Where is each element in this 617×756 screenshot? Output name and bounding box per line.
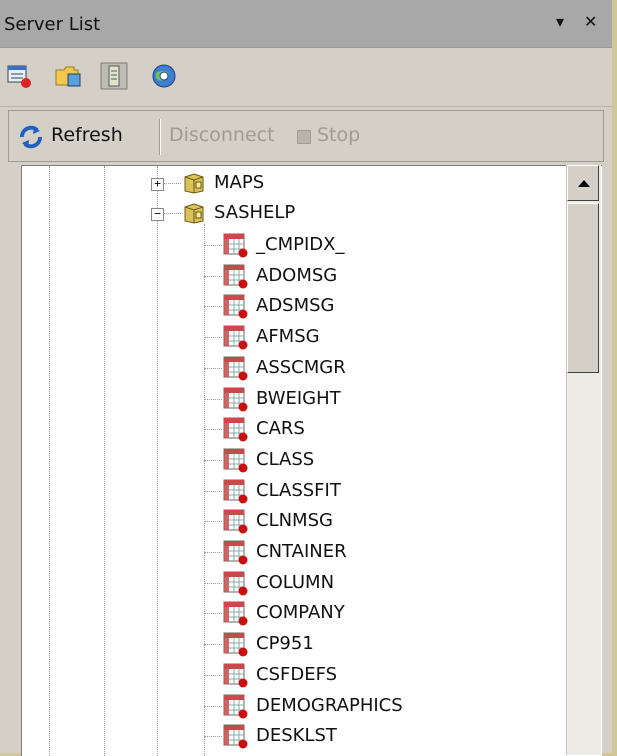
table-icon (223, 724, 248, 749)
close-icon[interactable]: ✕ (584, 12, 597, 32)
tree-node-label: _CMPIDX_ (256, 234, 345, 255)
server-list-icon[interactable] (6, 62, 34, 90)
tree-node-maps[interactable]: + MAPS (22, 169, 562, 199)
title-bar: Server List ▾ ✕ (0, 0, 612, 48)
server-tree: + MAPS − SASHELP _CMPIDX_ ADOMSG ADSMSG AFM… (21, 165, 602, 756)
window-title: Server List (4, 14, 101, 35)
tree-node-table[interactable]: CP951 (22, 629, 562, 659)
table-icon (223, 448, 248, 473)
tree-node-table[interactable]: AFMSG (22, 322, 562, 352)
scroll-thumb[interactable] (567, 203, 599, 373)
tree-node-label: SASHELP (214, 202, 296, 223)
tree-node-label: CLNMSG (256, 510, 333, 531)
tree-branch-line (204, 491, 222, 492)
tree-node-label: MAPS (214, 172, 265, 193)
tree-node-label: CP951 (256, 633, 314, 654)
tree-node-table[interactable]: CLASSFIT (22, 476, 562, 506)
refresh-icon[interactable] (17, 123, 45, 151)
tree-node-label: ASSCMGR (256, 357, 346, 378)
tree-node-label: CLASS (256, 449, 315, 470)
tree-branch-line (204, 368, 222, 369)
table-icon (223, 325, 248, 350)
library-icon (184, 173, 204, 194)
tree-branch-line (204, 337, 222, 338)
table-icon (223, 571, 248, 596)
table-icon (223, 694, 248, 719)
tree-node-label: DESKLST (256, 725, 337, 746)
tree-branch-line (204, 276, 222, 277)
pin-menu-icon[interactable]: ▾ (556, 12, 564, 32)
tree-node-table[interactable]: ADSMSG (22, 291, 562, 321)
table-icon (223, 356, 248, 381)
command-bar: Refresh Disconnect Stop (8, 110, 604, 162)
table-icon (223, 601, 248, 626)
disconnect-button[interactable]: Disconnect (169, 124, 275, 146)
table-icon (223, 663, 248, 688)
tree-node-table[interactable]: _CMPIDX_ (22, 230, 562, 260)
server-list-panel: Server List ▾ ✕ Refresh Disconnect Stop … (0, 0, 612, 756)
scroll-up-button[interactable] (567, 165, 599, 201)
tree-branch-line (204, 644, 222, 645)
tree-node-label: DEMOGRAPHICS (256, 695, 403, 716)
tree-node-table[interactable]: ADOMSG (22, 261, 562, 291)
tree-branch-line (204, 675, 222, 676)
tree-branch-line (204, 429, 222, 430)
stop-button[interactable]: Stop (317, 124, 360, 146)
tree-node-table[interactable]: BWEIGHT (22, 384, 562, 414)
refresh-button[interactable]: Refresh (51, 124, 123, 146)
tree-branch-line (204, 706, 222, 707)
table-icon (223, 632, 248, 657)
tree-node-label: CLASSFIT (256, 480, 341, 501)
table-icon (223, 233, 248, 258)
table-icon (223, 479, 248, 504)
tree-node-table[interactable]: CSFDEFS (22, 660, 562, 690)
server-icon[interactable] (100, 62, 128, 90)
tree-node-label: AFMSG (256, 326, 320, 347)
table-icon (223, 417, 248, 442)
command-separator (159, 119, 161, 155)
tree-node-table[interactable]: CLASS (22, 445, 562, 475)
tree-branch-line (204, 245, 222, 246)
tree-node-label: ADSMSG (256, 295, 335, 316)
tree-node-sashelp[interactable]: − SASHELP (22, 199, 562, 229)
tree-node-label: CSFDEFS (256, 664, 338, 685)
tree-node-table[interactable]: CNTAINER (22, 537, 562, 567)
tree-branch-line (204, 399, 222, 400)
tree-node-table[interactable]: DESKLST (22, 721, 562, 751)
tree-node-table[interactable]: CLNMSG (22, 506, 562, 536)
folder-icon[interactable] (54, 62, 82, 90)
library-icon (184, 203, 204, 224)
tree-branch-line (204, 736, 222, 737)
tree-node-table[interactable]: COMPANY (22, 598, 562, 628)
tree-branch-line (204, 613, 222, 614)
tree-node-table[interactable]: COLUMN (22, 568, 562, 598)
tree-node-table[interactable]: DEMOGRAPHICS (22, 691, 562, 721)
tree-branch-line (204, 306, 222, 307)
vertical-scrollbar[interactable] (566, 165, 601, 755)
tree-node-label: BWEIGHT (256, 388, 341, 409)
icon-toolbar (0, 48, 612, 107)
collapse-icon[interactable]: − (151, 208, 164, 221)
tree-node-label: ADOMSG (256, 265, 338, 286)
table-icon (223, 540, 248, 565)
table-icon (223, 294, 248, 319)
tree-branch-line (204, 552, 222, 553)
arrow-up-icon (578, 180, 590, 187)
table-icon (223, 509, 248, 534)
tree-branch-line (204, 583, 222, 584)
tree-node-label: COLUMN (256, 572, 335, 593)
table-icon (223, 264, 248, 289)
tree-branch-line (204, 521, 222, 522)
tree-branch-line (204, 460, 222, 461)
tree-node-label: COMPANY (256, 602, 345, 623)
globe-icon[interactable] (150, 62, 178, 90)
expand-icon[interactable]: + (151, 178, 164, 191)
tree-node-table[interactable]: ASSCMGR (22, 353, 562, 383)
table-icon (223, 387, 248, 412)
tree-node-table[interactable]: CARS (22, 414, 562, 444)
tree-node-label: CARS (256, 418, 305, 439)
tree-node-label: CNTAINER (256, 541, 347, 562)
stop-icon (297, 130, 311, 144)
